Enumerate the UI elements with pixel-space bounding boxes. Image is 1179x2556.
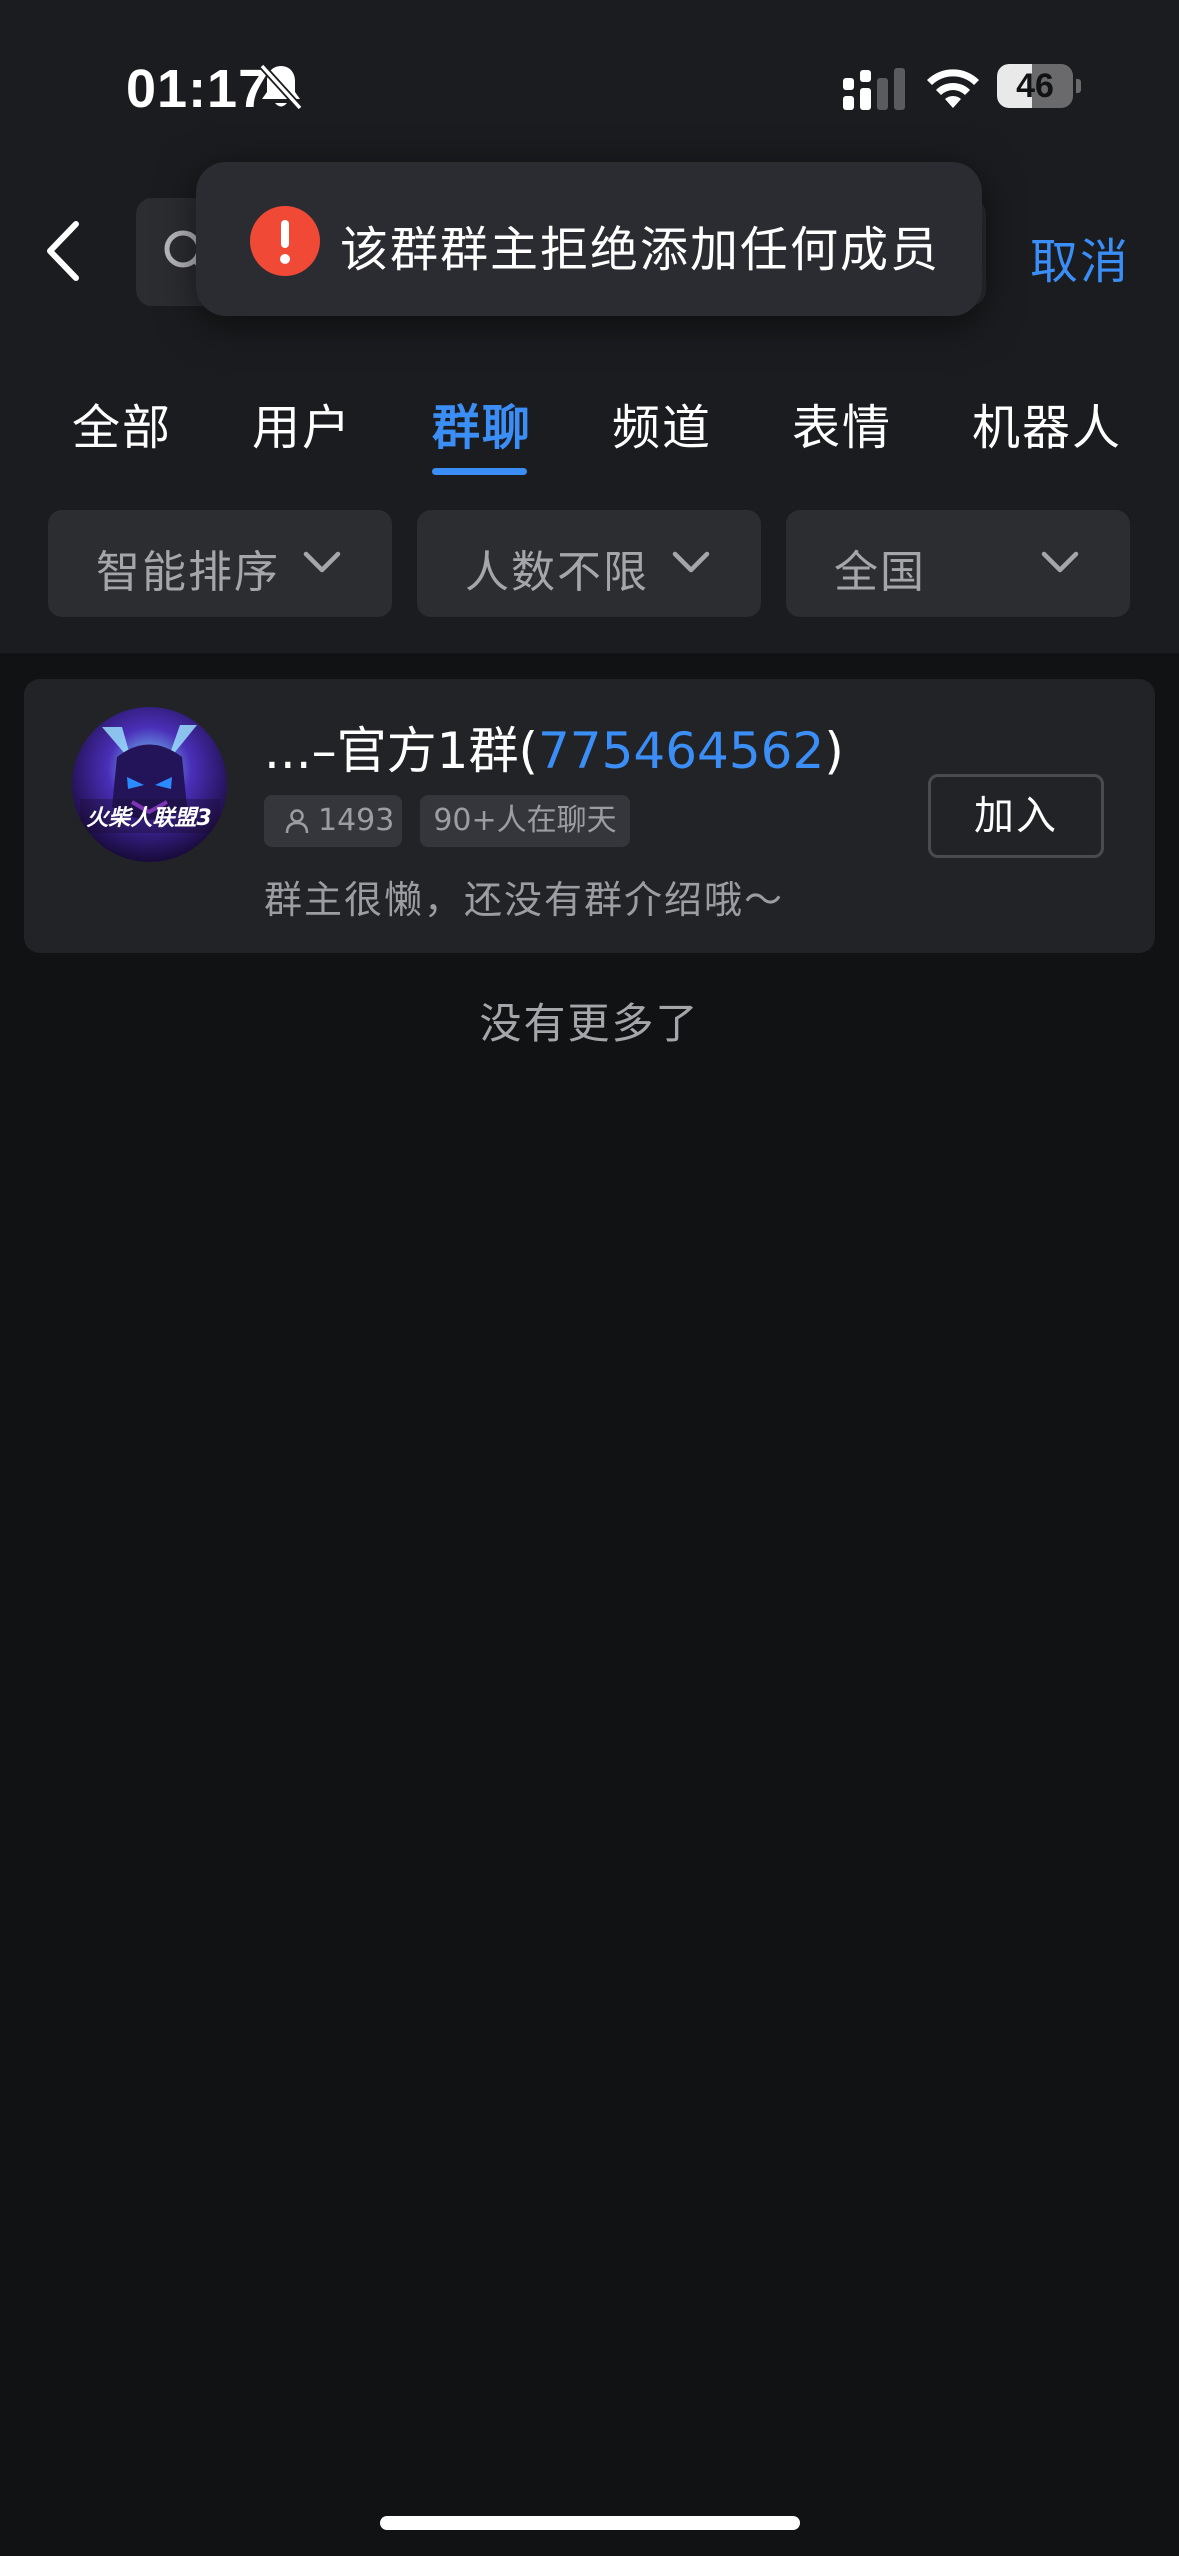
status-time: 01:17 <box>126 59 270 119</box>
tab-channels[interactable]: 频道 <box>612 388 712 458</box>
tab-users[interactable]: 用户 <box>252 388 352 458</box>
group-name: ...–官方1群(775464562) <box>264 711 844 783</box>
join-button[interactable]: 加入 <box>928 774 1104 858</box>
active-chat-badge: 90+人在聊天 <box>420 795 630 847</box>
filter-region-label: 全国 <box>834 547 926 598</box>
member-count-badge: 1493 <box>264 795 402 847</box>
chevron-down-icon <box>672 551 710 573</box>
group-name-prefix: ...–官方1群( <box>264 722 538 780</box>
toast-message: 该群群主拒绝添加任何成员 <box>196 162 982 316</box>
filter-region[interactable]: 全国 <box>786 510 1130 617</box>
group-description: 群主很懒，还没有群介绍哦～ <box>264 878 785 922</box>
toast-text: 该群群主拒绝添加任何成员 <box>340 222 941 278</box>
group-avatar: 火柴人联盟3 <box>72 707 227 862</box>
chevron-down-icon <box>1041 551 1079 573</box>
group-id: 775464562 <box>538 722 825 780</box>
wifi-icon <box>927 69 979 108</box>
tab-all[interactable]: 全部 <box>72 388 172 458</box>
tab-bots[interactable]: 机器人 <box>972 388 1122 458</box>
battery-icon: 46 <box>997 64 1081 108</box>
avatar-logo-text: 火柴人联盟3 <box>86 806 211 831</box>
filter-sort[interactable]: 智能排序 <box>48 510 392 617</box>
group-result-card[interactable]: 火柴人联盟3 ...–官方1群(775464562) 1493 90+人在聊天 … <box>24 679 1155 953</box>
search-category-tabs: 全部 用户 群聊 频道 表情 机器人 <box>0 388 1179 488</box>
cancel-button[interactable]: 取消 <box>1030 222 1130 292</box>
filter-member-count[interactable]: 人数不限 <box>417 510 761 617</box>
group-name-suffix: ) <box>824 722 844 780</box>
exclamation-icon <box>250 206 320 276</box>
active-tab-indicator <box>432 468 527 475</box>
tab-stickers[interactable]: 表情 <box>792 388 892 458</box>
tab-groups[interactable]: 群聊 <box>432 388 532 458</box>
chevron-down-icon <box>303 551 341 573</box>
battery-level: 46 <box>1016 67 1054 105</box>
end-of-results: 没有更多了 <box>479 999 700 1048</box>
home-indicator[interactable] <box>380 2516 800 2530</box>
cellular-signal-icon <box>843 68 905 110</box>
filter-sort-label: 智能排序 <box>96 547 280 598</box>
member-count: 1493 <box>318 803 395 838</box>
bell-slash-icon <box>259 63 303 111</box>
filter-member-count-label: 人数不限 <box>465 547 649 598</box>
group-avatar-image: 火柴人联盟3 <box>72 707 227 862</box>
back-button[interactable] <box>40 216 90 286</box>
person-icon <box>285 809 309 834</box>
search-results-page: 01:17 46 取消 全部 用户 群聊 频道 表情 机器人 智能排序 人数不限… <box>0 0 1179 2556</box>
